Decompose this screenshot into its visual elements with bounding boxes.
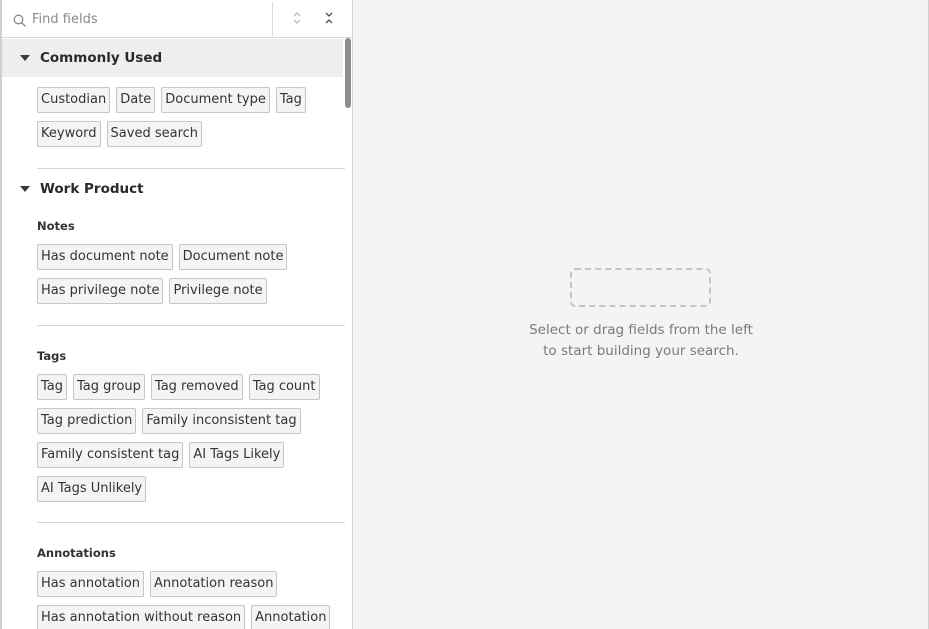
section-divider [37,168,345,169]
field-chip[interactable]: Saved search [106,121,203,147]
subsection-divider [37,325,345,326]
field-chip[interactable]: Has annotation [37,571,145,597]
field-search-bar [2,0,352,38]
section-header-commonly-used[interactable]: Commonly Used [2,39,343,77]
section-header-work-product[interactable]: Work Product [2,170,343,208]
search-builder-canvas[interactable]: Select or drag fields from the left to s… [354,0,928,629]
annotations-fields: Has annotation Annotation reason Has ann… [37,571,342,629]
expand-vertical-icon [291,10,303,29]
field-chip[interactable]: AI Tags Unlikely [37,476,147,502]
toolbar-divider [272,2,273,36]
search-icon [13,12,26,27]
scrollbar-thumb[interactable] [345,38,351,108]
field-chip[interactable]: Annotation [251,605,331,629]
field-chip[interactable]: Has privilege note [37,278,164,304]
field-chip[interactable]: Tag [275,87,306,113]
field-chip[interactable]: Has document note [37,244,173,270]
section-title: Work Product [40,181,144,197]
subsection-divider [37,522,345,523]
caret-down-icon [20,55,30,61]
field-chip[interactable]: Tag prediction [37,408,137,434]
field-chip[interactable]: Document note [178,244,288,270]
empty-state-line-2: to start building your search. [543,343,739,359]
field-chip[interactable]: Tag count [248,374,320,400]
field-chip[interactable]: AI Tags Likely [189,442,285,468]
field-chip[interactable]: Document type [161,87,270,113]
section-title: Commonly Used [40,50,163,66]
field-chip[interactable]: Tag [37,374,68,400]
subsection-title-notes: Notes [37,219,75,233]
field-chip[interactable]: Family consistent tag [37,442,184,468]
field-chip[interactable]: Keyword [37,121,101,147]
field-chip[interactable]: Tag removed [150,374,243,400]
drop-zone[interactable] [570,268,711,307]
caret-down-icon [20,186,30,192]
tags-fields: Tag Tag group Tag removed Tag count Tag … [37,374,342,502]
subsection-title-tags: Tags [37,349,67,363]
field-chip[interactable]: Privilege note [169,278,267,304]
field-chip[interactable]: Tag group [73,374,145,400]
empty-state-line-1: Select or drag fields from the left [529,322,753,338]
field-chip[interactable]: Has annotation without reason [37,605,246,629]
empty-state-message: Select or drag fields from the left to s… [354,320,928,362]
subsection-title-annotations: Annotations [37,546,116,560]
expand-all-button[interactable] [286,8,308,30]
field-chip[interactable]: Custodian [37,87,111,113]
field-chip[interactable]: Annotation reason [150,571,278,597]
collapse-all-button[interactable] [318,8,340,30]
commonly-used-fields: Custodian Date Document type Tag Keyword… [37,87,342,147]
collapse-vertical-icon [323,10,335,29]
field-chip[interactable]: Family inconsistent tag [142,408,301,434]
scrollbar[interactable] [343,38,352,629]
notes-fields: Has document note Document note Has priv… [37,244,342,304]
field-picker-panel: Commonly Used Custodian Date Document ty… [2,0,353,629]
find-fields-input[interactable] [32,6,262,32]
field-chip[interactable]: Date [116,87,156,113]
